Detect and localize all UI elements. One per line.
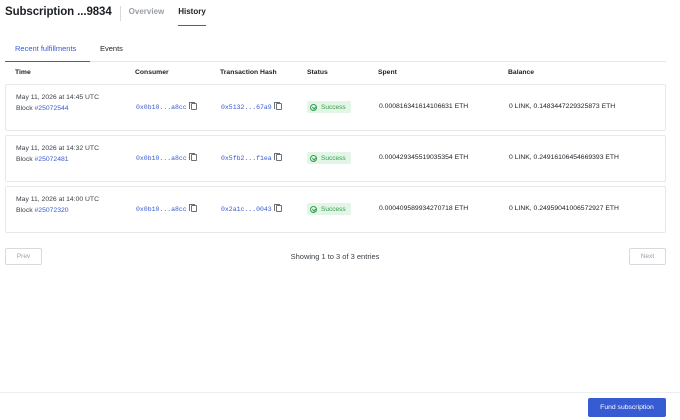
status-label: Success xyxy=(321,205,346,213)
copy-icon[interactable] xyxy=(189,152,197,161)
table-row: May 11, 2026 at 14:32 UTC Block #2507248… xyxy=(5,135,666,182)
history-subtabs: Recent fulfillments Events xyxy=(5,40,666,62)
check-circle-icon xyxy=(310,154,317,162)
row-balance: 0 LINK, 0.24916106454669393 ETH xyxy=(509,154,619,161)
transaction-hash-link[interactable]: 0x5fb2...f1ea xyxy=(221,155,272,162)
tab-overview[interactable]: Overview xyxy=(129,0,165,26)
page-header: Subscription ...9834 Overview History xyxy=(5,0,220,26)
column-header-time: Time xyxy=(15,69,31,76)
row-block: Block #25072544 xyxy=(16,105,69,112)
row-block: Block #25072320 xyxy=(16,207,69,214)
column-header-status: Status xyxy=(307,69,328,76)
transaction-hash-link[interactable]: 0x5132...67a9 xyxy=(221,104,272,111)
row-tx-hash: 0x5132...67a9 xyxy=(221,101,282,111)
copy-icon[interactable] xyxy=(189,203,197,212)
row-spent: 0.000429345519035354 ETH xyxy=(379,154,469,161)
status-badge: Success xyxy=(307,101,351,113)
copy-icon[interactable] xyxy=(274,152,282,161)
column-header-balance: Balance xyxy=(508,69,535,76)
table-row: May 11, 2026 at 14:45 UTC Block #2507254… xyxy=(5,84,666,131)
consumer-address-link[interactable]: 0x0b10...a8cc xyxy=(136,206,187,213)
transaction-hash-link[interactable]: 0x2a1c...0043 xyxy=(221,206,272,213)
column-header-consumer: Consumer xyxy=(135,69,169,76)
row-consumer: 0x0b10...a8cc xyxy=(136,203,197,213)
block-prefix: Block xyxy=(16,105,35,112)
page-title: Subscription ...9834 xyxy=(5,6,112,18)
status-label: Success xyxy=(321,154,346,162)
row-spent: 0.000409589934270718 ETH xyxy=(379,205,469,212)
check-circle-icon xyxy=(310,103,317,111)
block-number-link[interactable]: #25072320 xyxy=(35,207,69,214)
status-badge: Success xyxy=(307,203,351,215)
subtab-events[interactable]: Events xyxy=(90,40,133,62)
consumer-address-link[interactable]: 0x0b10...a8cc xyxy=(136,155,187,162)
block-prefix: Block xyxy=(16,207,35,214)
row-time: May 11, 2026 at 14:32 UTC xyxy=(16,145,99,152)
row-consumer: 0x0b10...a8cc xyxy=(136,152,197,162)
row-consumer: 0x0b10...a8cc xyxy=(136,101,197,111)
header-divider xyxy=(119,6,121,21)
tab-history[interactable]: History xyxy=(178,0,206,26)
copy-icon[interactable] xyxy=(274,101,282,110)
footer-divider xyxy=(0,392,680,393)
status-badge: Success xyxy=(307,152,351,164)
block-number-link[interactable]: #25072544 xyxy=(35,105,69,112)
block-prefix: Block xyxy=(16,156,35,163)
next-button[interactable]: Next xyxy=(629,248,666,265)
status-label: Success xyxy=(321,103,346,111)
column-header-transaction-hash: Transaction Hash xyxy=(220,69,277,76)
row-balance: 0 LINK, 0.24959041006572927 ETH xyxy=(509,205,619,212)
copy-icon[interactable] xyxy=(274,203,282,212)
column-header-spent: Spent xyxy=(378,69,397,76)
row-block: Block #25072481 xyxy=(16,156,69,163)
consumer-address-link[interactable]: 0x0b10...a8cc xyxy=(136,104,187,111)
row-tx-hash: 0x2a1c...0043 xyxy=(221,203,282,213)
pagination-summary: Showing 1 to 3 of 3 entries xyxy=(290,252,380,261)
row-time: May 11, 2026 at 14:45 UTC xyxy=(16,94,99,101)
subtab-recent-fulfillments[interactable]: Recent fulfillments xyxy=(5,40,90,62)
fund-subscription-button[interactable]: Fund subscription xyxy=(588,398,666,417)
row-tx-hash: 0x5fb2...f1ea xyxy=(221,152,282,162)
table-header: Time Consumer Transaction Hash Status Sp… xyxy=(5,62,666,82)
row-spent: 0.000816341614106631 ETH xyxy=(379,103,469,110)
check-circle-icon xyxy=(310,205,317,213)
table-row: May 11, 2026 at 14:00 UTC Block #2507232… xyxy=(5,186,666,233)
block-number-link[interactable]: #25072481 xyxy=(35,156,69,163)
copy-icon[interactable] xyxy=(189,101,197,110)
row-time: May 11, 2026 at 14:00 UTC xyxy=(16,196,99,203)
row-balance: 0 LINK, 0.1483447229325873 ETH xyxy=(509,103,616,110)
